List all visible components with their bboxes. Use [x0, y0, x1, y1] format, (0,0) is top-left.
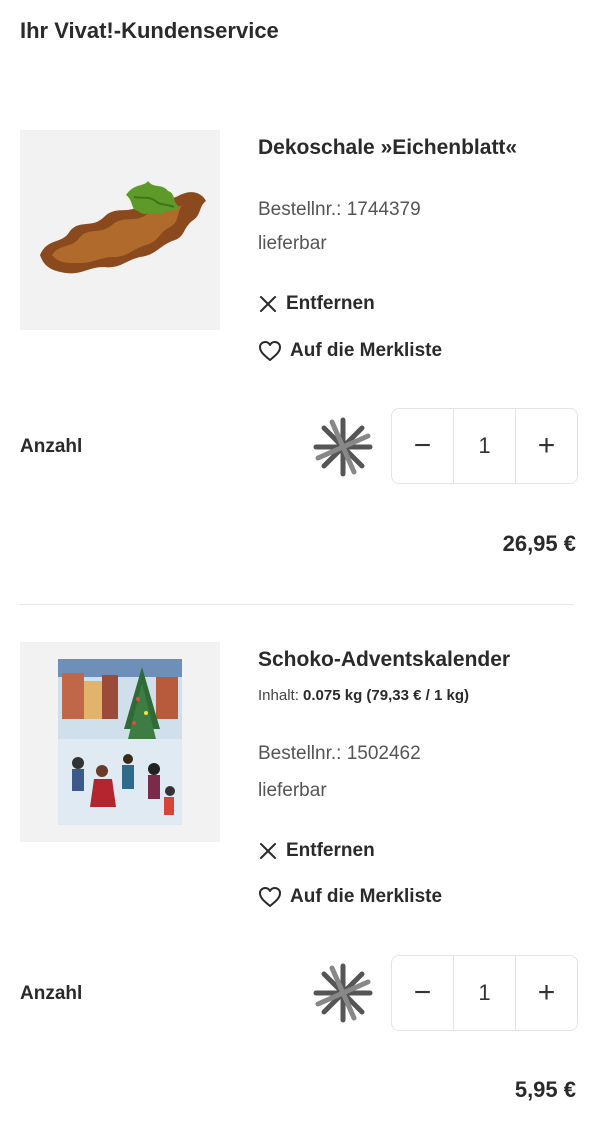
product-title[interactable]: Schoko-Adventskalender	[258, 648, 510, 672]
remove-label: Entfernen	[286, 840, 375, 861]
content-label: Inhalt:	[258, 687, 299, 704]
close-icon	[260, 843, 276, 859]
cart-item: Schoko-Adventskalender Inhalt: 0.075 kg …	[0, 0, 590, 1148]
remove-button[interactable]: Entfernen	[258, 840, 375, 862]
quantity-label: Anzahl	[20, 983, 83, 1004]
advent-calendar-icon	[58, 659, 182, 825]
loading-spinner-icon	[313, 963, 373, 1023]
wishlist-label: Auf die Merkliste	[290, 886, 443, 907]
order-number: Bestellnr.: 1502462	[258, 743, 421, 764]
product-image[interactable]	[20, 642, 220, 842]
increase-quantity-button[interactable]: +	[516, 956, 577, 1030]
quantity-value[interactable]: 1	[453, 956, 516, 1030]
decrease-quantity-button[interactable]: −	[392, 956, 453, 1030]
content-value: 0.075 kg (79,33 € / 1 kg)	[303, 687, 469, 704]
heart-icon	[259, 887, 281, 907]
item-price: 5,95 €	[514, 1077, 576, 1102]
add-to-wishlist-button[interactable]: Auf die Merkliste	[258, 886, 442, 908]
quantity-stepper: − 1 +	[391, 955, 578, 1031]
product-content-info: Inhalt: 0.075 kg (79,33 € / 1 kg)	[258, 687, 469, 704]
availability-status: lieferbar	[258, 780, 327, 801]
